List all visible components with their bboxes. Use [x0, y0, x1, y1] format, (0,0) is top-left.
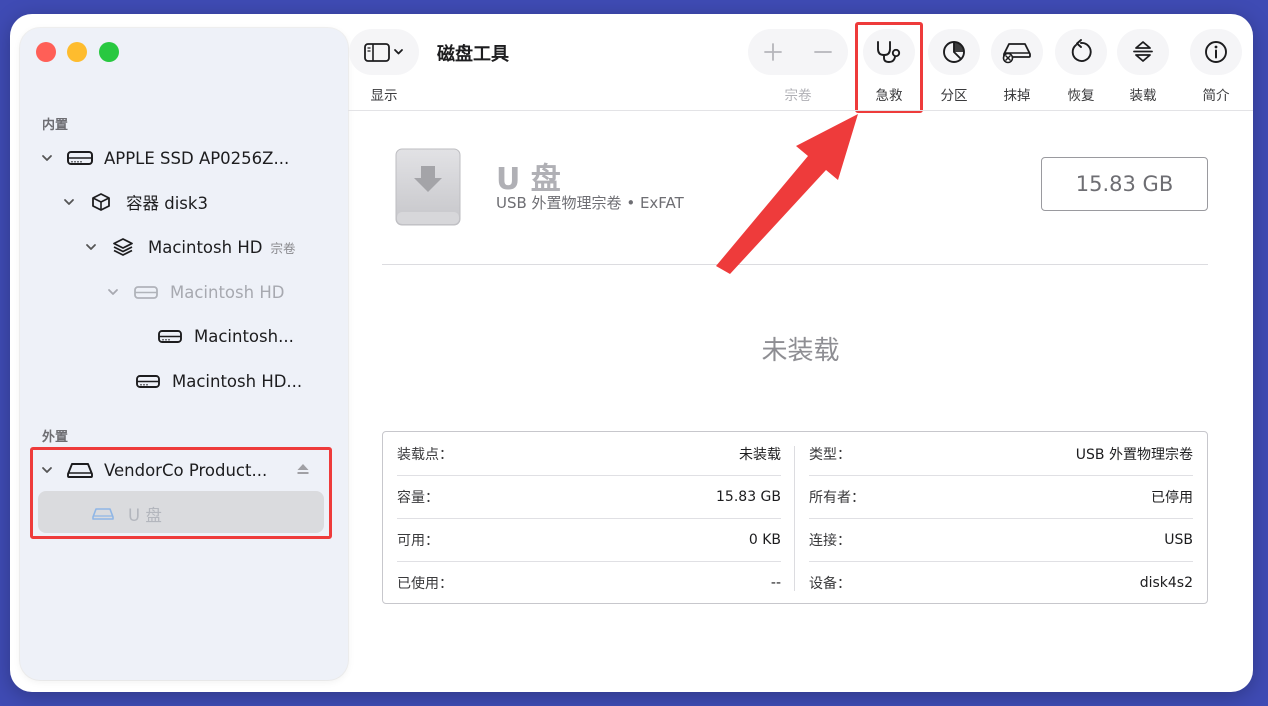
sidebar-item-macintosh-hd-volume[interactable]: Macintosh HD 宗卷	[84, 229, 295, 265]
volume-add-remove-group	[748, 29, 848, 75]
info-key: 所有者：	[809, 489, 865, 506]
close-window-button[interactable]	[36, 42, 56, 62]
internal-drive-icon	[134, 371, 160, 391]
restore-label: 恢复	[1067, 88, 1095, 104]
info-key: 装载点：	[397, 446, 453, 463]
info-row-divider	[809, 518, 1193, 519]
usb-drive-large-icon	[395, 148, 461, 226]
container-box-icon	[88, 192, 114, 212]
info-row-connection: 连接： USB	[809, 518, 1193, 561]
volume-size-badge: 15.83 GB	[1041, 157, 1208, 211]
erase-label: 抹掉	[1003, 88, 1031, 104]
chevron-down-icon[interactable]	[106, 285, 120, 299]
volume-label: 宗卷	[784, 88, 812, 104]
window-title: 磁盘工具	[437, 44, 509, 65]
plus-icon	[762, 41, 784, 63]
annotation-highlight-box	[30, 447, 332, 539]
mount-button[interactable]	[1117, 29, 1169, 75]
remove-volume-button[interactable]	[798, 41, 848, 63]
sidebar-item-macintosh-hd-snapshot[interactable]: Macintosh HD	[106, 274, 284, 310]
info-icon	[1203, 39, 1229, 65]
info-value: 0 KB	[748, 531, 781, 548]
pie-chart-icon	[941, 39, 967, 65]
info-value: USB 外置物理宗卷	[1075, 446, 1193, 463]
chevron-down-icon[interactable]	[84, 240, 98, 254]
info-key: 容量：	[397, 489, 439, 506]
annotation-arrow	[716, 114, 858, 274]
info-row-available: 可用： 0 KB	[397, 518, 781, 561]
partition-label: 分区	[940, 88, 968, 104]
erase-drive-icon	[1001, 40, 1033, 64]
internal-drive-icon	[66, 148, 93, 168]
sidebar-toggle-icon	[362, 41, 406, 63]
mount-status-label: 未装载	[761, 336, 840, 366]
info-row-owners: 所有者： 已停用	[809, 475, 1193, 518]
volume-subtitle: USB 外置物理宗卷 • ExFAT	[496, 194, 684, 212]
mount-label: 装载	[1129, 88, 1157, 104]
zoom-window-button[interactable]	[99, 42, 119, 62]
sidebar-item-label: Macintosh HD	[170, 282, 285, 302]
info-value: 15.83 GB	[716, 488, 781, 505]
restore-button[interactable]	[1055, 29, 1107, 75]
info-value: 未装载	[739, 446, 781, 463]
info-row-capacity: 容量： 15.83 GB	[397, 475, 781, 518]
info-key: 连接：	[809, 532, 851, 549]
sidebar-item-macintosh-hd-data[interactable]: Macintosh HD...	[134, 363, 302, 399]
volume-badge: 宗卷	[270, 240, 296, 256]
info-row-used: 已使用： --	[397, 561, 781, 604]
view-label: 显示	[370, 88, 398, 104]
annotation-highlight-box	[855, 22, 923, 113]
info-label: 简介	[1202, 88, 1230, 104]
sidebar-item-label: APPLE SSD AP0256Z...	[104, 148, 290, 168]
minimize-window-button[interactable]	[67, 42, 87, 62]
view-toggle-button[interactable]	[349, 29, 419, 75]
sidebar-item-container-disk3[interactable]: 容器 disk3	[62, 184, 208, 220]
info-value: USB	[1164, 531, 1193, 548]
info-value: 已停用	[1151, 489, 1193, 506]
info-key: 设备：	[809, 575, 851, 592]
info-button[interactable]	[1190, 29, 1242, 75]
info-key: 已使用：	[397, 575, 453, 592]
chevron-down-icon[interactable]	[40, 151, 54, 165]
info-row-divider	[397, 518, 781, 519]
info-key: 可用：	[397, 532, 439, 549]
mount-status-text: 未装载	[10, 330, 1253, 367]
sidebar-item-label: 容器 disk3	[126, 194, 208, 213]
chevron-down-icon[interactable]	[62, 195, 76, 209]
sidebar-item-apple-ssd[interactable]: APPLE SSD AP0256Z...	[40, 140, 289, 176]
section-external-label: 外置	[42, 430, 69, 445]
internal-drive-icon	[132, 282, 158, 302]
info-table-column-divider	[794, 446, 795, 591]
info-table: 装载点： 未装载 容量： 15.83 GB 可用： 0 KB 已使用： -- 类…	[382, 431, 1208, 604]
add-volume-button[interactable]	[748, 41, 798, 63]
erase-button[interactable]	[991, 29, 1043, 75]
info-row-device: 设备： disk4s2	[809, 561, 1193, 604]
partition-button[interactable]	[928, 29, 980, 75]
restore-arrow-icon	[1068, 39, 1094, 65]
info-row-divider	[809, 561, 1193, 562]
section-internal-label: 内置	[42, 118, 69, 133]
sidebar-item-label: Macintosh HD...	[172, 371, 303, 391]
mount-icon	[1130, 39, 1156, 65]
info-row-divider	[397, 561, 781, 562]
info-row-type: 类型： USB 外置物理宗卷	[809, 432, 1193, 475]
info-value: disk4s2	[1139, 574, 1193, 591]
info-key: 类型：	[809, 446, 851, 463]
stack-layers-icon	[110, 237, 136, 257]
sidebar-item-label: Macintosh HD	[148, 237, 263, 257]
disk-utility-window: 内置 APPLE SSD AP0256Z... 容器 disk3 Macinto…	[10, 14, 1253, 692]
info-row-divider	[809, 475, 1193, 476]
info-value: --	[770, 574, 781, 591]
info-row-divider	[397, 475, 781, 476]
info-row-mount-point: 装载点： 未装载	[397, 432, 781, 475]
minus-icon	[812, 41, 834, 63]
